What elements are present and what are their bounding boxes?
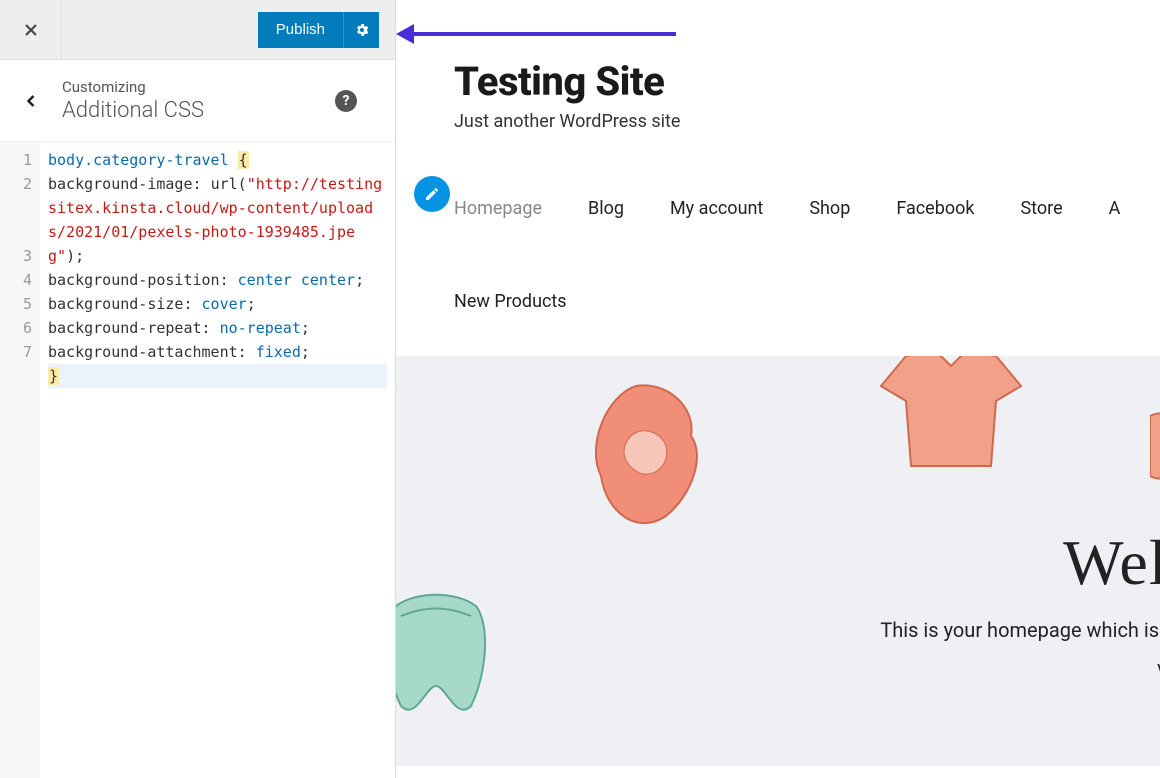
nav-sub-item[interactable]: New Products (396, 291, 1160, 312)
primary-nav: Homepage Blog My account Shop Facebook Store A (396, 198, 1160, 219)
editor-code[interactable]: body.category-travel {background-image: … (40, 142, 395, 778)
help-button[interactable]: ? (335, 90, 357, 112)
hero-illustration-hoodie (576, 376, 716, 536)
site-preview: Testing Site Just another WordPress site… (396, 0, 1160, 778)
section-header: Customizing Additional CSS ? (0, 60, 395, 142)
pencil-icon (424, 186, 440, 202)
close-icon (21, 20, 41, 40)
chevron-left-icon (21, 91, 41, 111)
hero-title: Welco (1063, 526, 1160, 600)
nav-item[interactable]: My account (670, 198, 763, 219)
annotation-arrow (396, 22, 676, 46)
section-title: Additional CSS (62, 98, 335, 123)
nav-item[interactable]: Facebook (896, 198, 974, 219)
arrow-line (404, 32, 676, 36)
section-titles: Customizing Additional CSS (62, 78, 335, 123)
nav-item[interactable]: Homepage (454, 198, 542, 219)
nav-item[interactable]: Blog (588, 198, 624, 219)
hero-illustration-shorts (396, 586, 496, 726)
hero-illustration-partial (1150, 406, 1160, 486)
gear-icon (354, 22, 370, 38)
publish-button[interactable]: Publish (258, 12, 343, 48)
css-editor[interactable]: 1234567 body.category-travel {background… (0, 142, 395, 778)
edit-shortcut-button[interactable] (414, 176, 450, 212)
app-root: Publish Customizing Additional CSS ? 123… (0, 0, 1160, 778)
hero-illustration-tshirt (876, 356, 1026, 476)
arrow-head-icon (396, 24, 414, 44)
back-button[interactable] (0, 91, 62, 111)
hero-section: Welco This is your homepage which is wha… (396, 356, 1160, 766)
nav-item[interactable]: A (1109, 198, 1121, 219)
nav-item[interactable]: Shop (809, 198, 850, 219)
editor-gutter: 1234567 (0, 142, 40, 778)
customizing-label: Customizing (62, 78, 335, 96)
hero-text-line1: This is your homepage which is what m (880, 618, 1160, 642)
customizer-sidebar: Publish Customizing Additional CSS ? 123… (0, 0, 396, 778)
close-button[interactable] (0, 0, 62, 60)
nav-item[interactable]: Store (1020, 198, 1062, 219)
site-header: Testing Site Just another WordPress site (396, 0, 1160, 132)
customizer-topbar: Publish (0, 0, 395, 60)
publish-settings-button[interactable] (343, 12, 379, 48)
site-title[interactable]: Testing Site (454, 58, 1160, 105)
publish-group: Publish (258, 12, 379, 48)
site-tagline: Just another WordPress site (454, 111, 1160, 132)
